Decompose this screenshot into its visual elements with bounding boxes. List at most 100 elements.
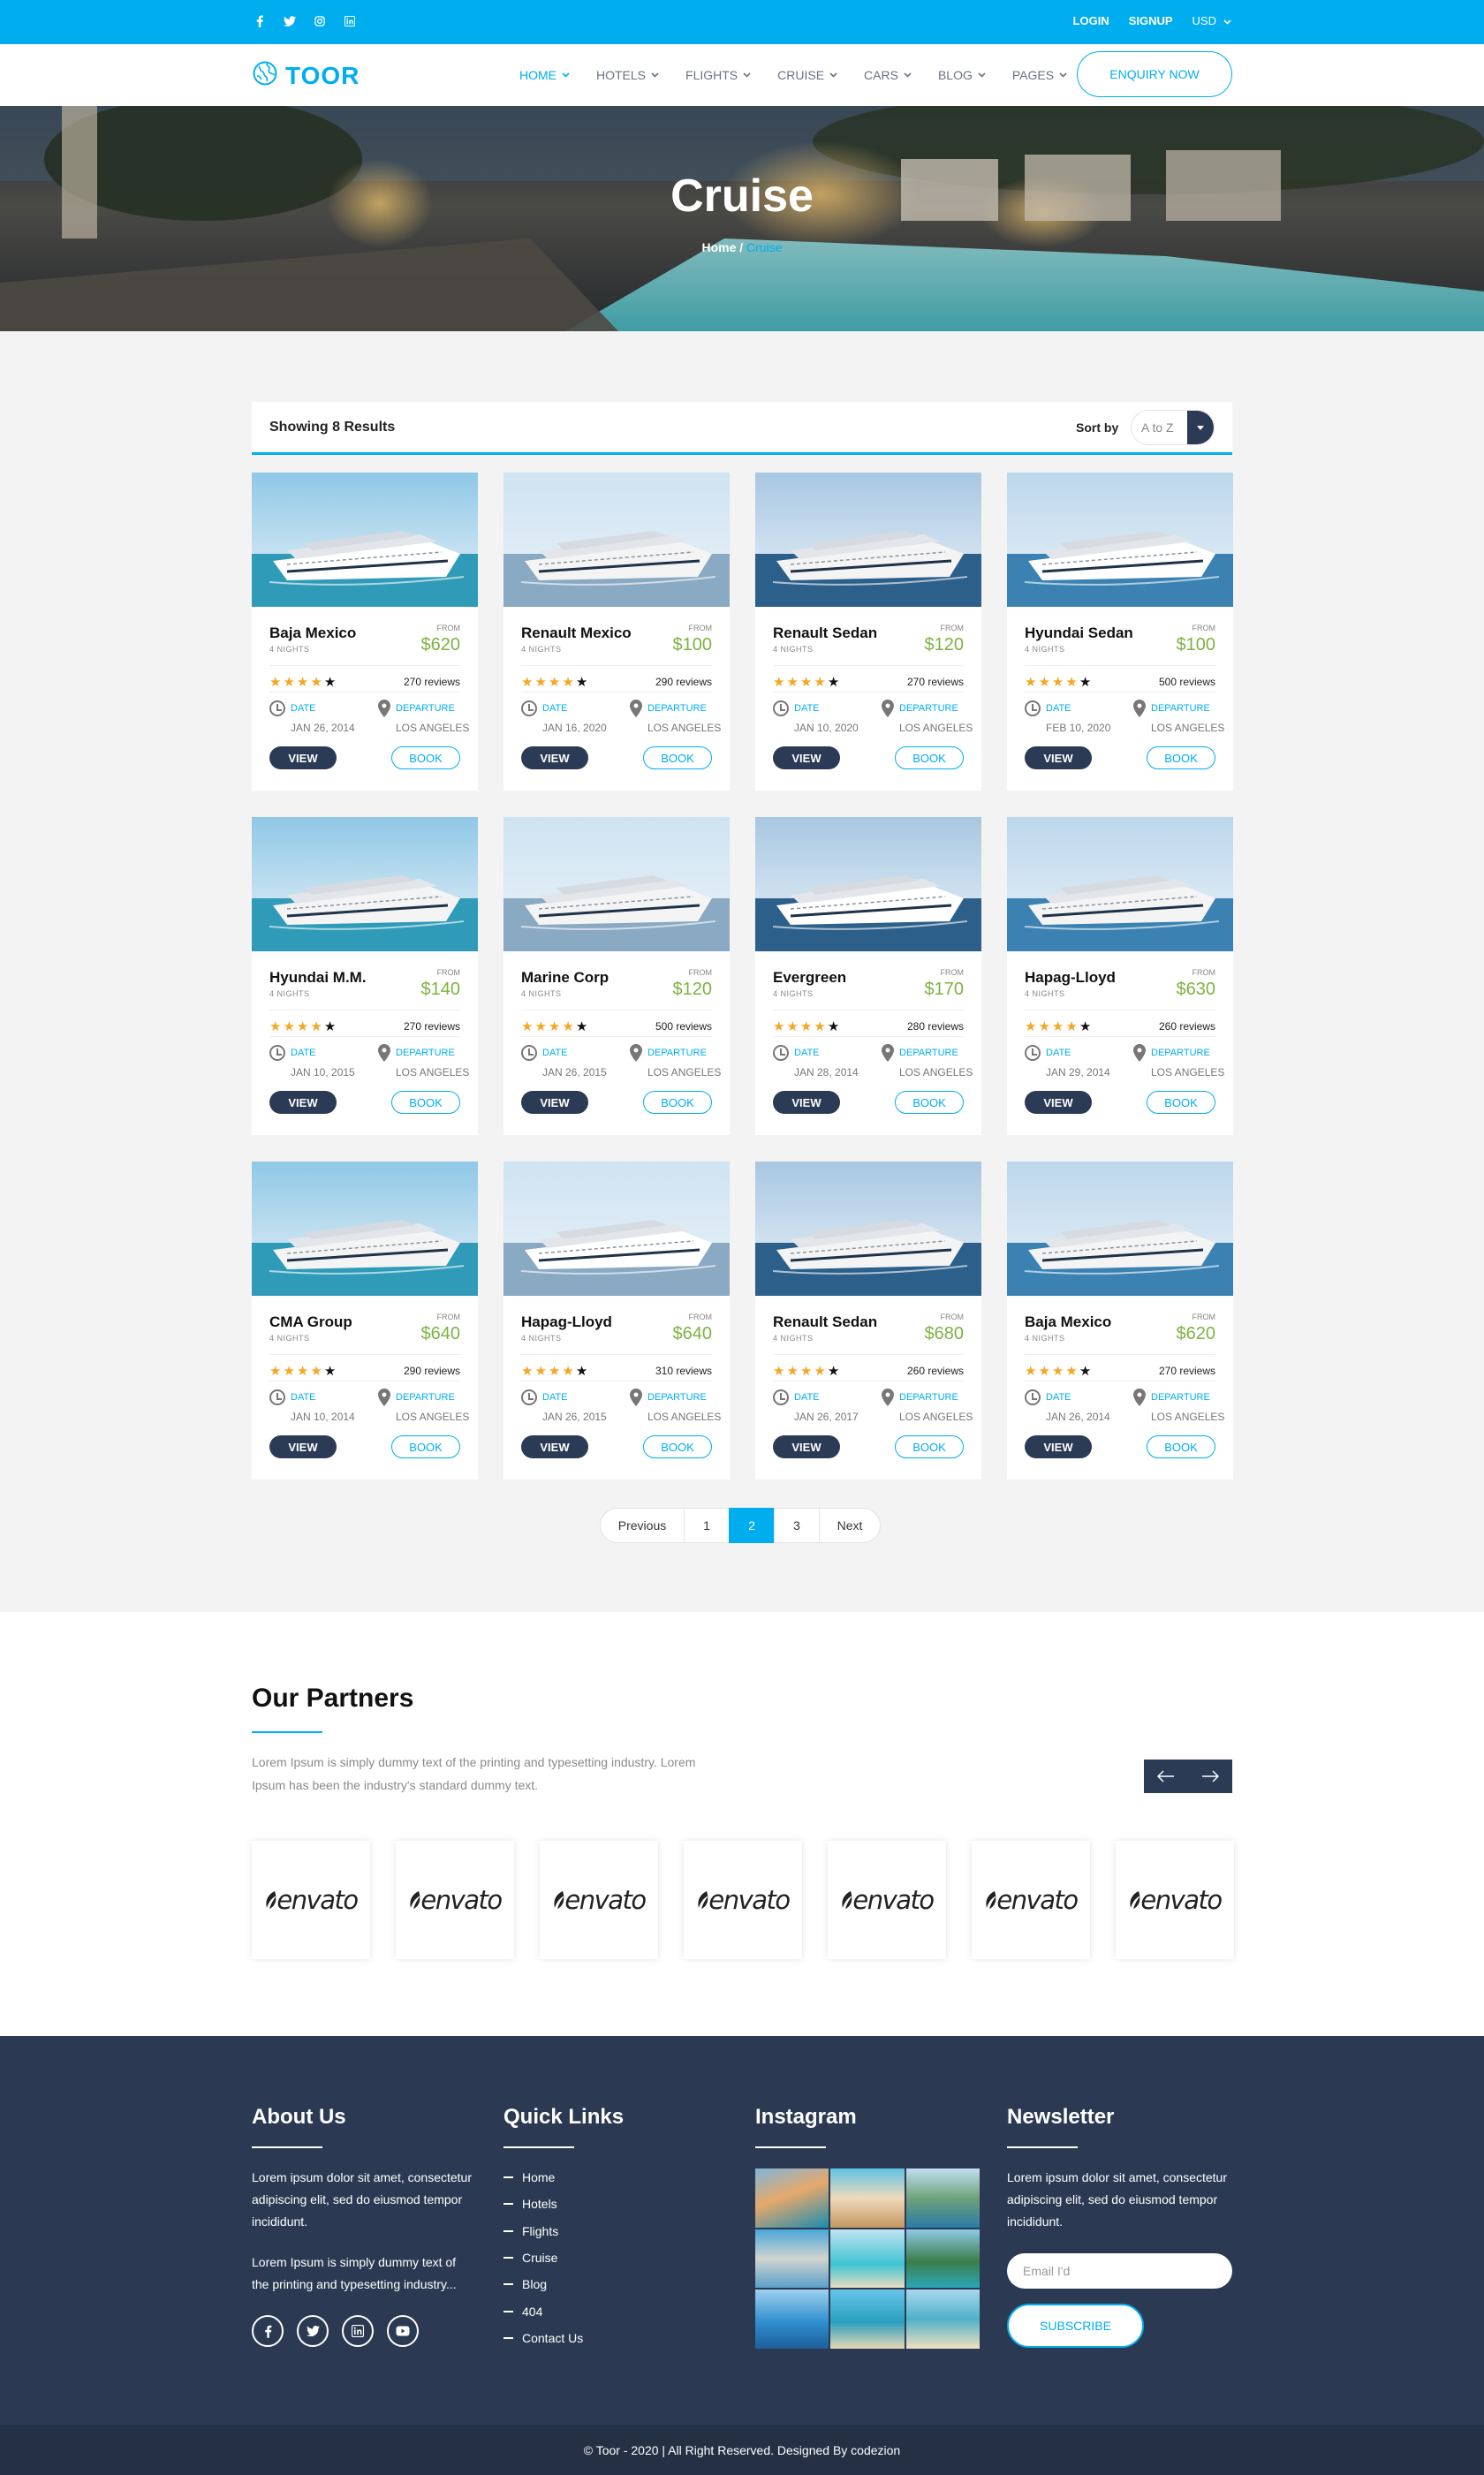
instagram-icon[interactable] xyxy=(312,13,328,29)
view-button[interactable]: VIEW xyxy=(1025,1435,1092,1458)
instagram-photo[interactable] xyxy=(905,2229,980,2289)
cruise-price: $120 xyxy=(672,980,713,999)
login-link[interactable]: LOGIN xyxy=(1073,14,1109,27)
pagination-page-1[interactable]: 1 xyxy=(684,1508,730,1543)
pagination-page-3[interactable]: 3 xyxy=(774,1508,820,1543)
book-button[interactable]: BOOK xyxy=(643,1435,712,1458)
sort-select[interactable]: A to Z xyxy=(1131,410,1215,445)
footer-link-flights[interactable]: Flights xyxy=(504,2224,558,2238)
book-button[interactable]: BOOK xyxy=(643,746,712,769)
view-button[interactable]: VIEW xyxy=(773,1091,840,1114)
book-button[interactable]: BOOK xyxy=(391,1435,460,1458)
book-button[interactable]: BOOK xyxy=(895,1091,964,1114)
view-button[interactable]: VIEW xyxy=(269,1435,337,1458)
pagination-page-2[interactable]: 2 xyxy=(729,1508,775,1543)
cruise-image[interactable] xyxy=(755,817,981,951)
partner-logo[interactable]: envato xyxy=(1116,1841,1234,1959)
date-label: DATE xyxy=(542,1048,568,1058)
arrow-left-icon[interactable] xyxy=(1144,1760,1188,1793)
book-button[interactable]: BOOK xyxy=(1147,1435,1215,1458)
signup-link[interactable]: SIGNUP xyxy=(1129,14,1173,27)
instagram-photo[interactable] xyxy=(755,2168,829,2228)
view-button[interactable]: VIEW xyxy=(269,1091,337,1114)
footer-link-404[interactable]: 404 xyxy=(504,2305,542,2319)
cruise-image[interactable] xyxy=(755,1162,981,1296)
nav-item-hotels[interactable]: HOTELS xyxy=(596,66,659,84)
partner-logo[interactable]: envato xyxy=(828,1841,946,1959)
instagram-photo[interactable] xyxy=(830,2229,905,2289)
linkedin-icon[interactable] xyxy=(342,2315,374,2347)
view-button[interactable]: VIEW xyxy=(773,746,840,769)
book-button[interactable]: BOOK xyxy=(1147,1091,1215,1114)
cruise-image[interactable] xyxy=(252,473,478,607)
view-button[interactable]: VIEW xyxy=(1025,1091,1092,1114)
cruise-image[interactable] xyxy=(252,817,478,951)
view-button[interactable]: VIEW xyxy=(1025,746,1092,769)
instagram-photo[interactable] xyxy=(755,2229,829,2289)
cruise-image[interactable] xyxy=(504,473,730,607)
instagram-photo[interactable] xyxy=(830,2168,905,2228)
rating-stars: ★★★★★ xyxy=(1025,674,1093,690)
book-button[interactable]: BOOK xyxy=(1147,746,1215,769)
twitter-icon[interactable] xyxy=(282,13,298,29)
book-button[interactable]: BOOK xyxy=(391,746,460,769)
view-button[interactable]: VIEW xyxy=(521,1435,588,1458)
cruise-card: CMA Group 4 NIGHTS FROM $640 ★★★★★ 290 review… xyxy=(252,1162,478,1480)
partner-logo[interactable]: envato xyxy=(684,1841,802,1959)
footer-link-home[interactable]: Home xyxy=(504,2170,555,2184)
breadcrumb-home[interactable]: Home xyxy=(701,240,736,254)
arrow-right-icon[interactable] xyxy=(1188,1760,1232,1793)
cruise-image[interactable] xyxy=(504,817,730,951)
book-button[interactable]: BOOK xyxy=(895,1435,964,1458)
site-logo[interactable]: TOOR xyxy=(252,60,360,91)
cruise-image[interactable] xyxy=(1007,1162,1233,1296)
twitter-icon[interactable] xyxy=(297,2315,329,2347)
view-button[interactable]: VIEW xyxy=(269,746,337,769)
nav-item-home[interactable]: HOME xyxy=(519,66,570,84)
cruise-image[interactable] xyxy=(1007,817,1233,951)
instagram-photo[interactable] xyxy=(755,2290,829,2349)
nav-item-pages[interactable]: PAGES xyxy=(1012,66,1067,84)
cruise-image[interactable] xyxy=(1007,473,1233,607)
pagination-previous[interactable]: Previous xyxy=(600,1508,685,1543)
book-button[interactable]: BOOK xyxy=(391,1091,460,1114)
enquiry-now-button[interactable]: ENQUIRY NOW xyxy=(1077,51,1232,97)
linkedin-icon[interactable] xyxy=(342,13,358,29)
cruise-image[interactable] xyxy=(252,1162,478,1296)
pagination-next[interactable]: Next xyxy=(819,1508,881,1543)
cruise-image[interactable] xyxy=(504,1162,730,1296)
footer-link-hotels[interactable]: Hotels xyxy=(504,2197,557,2211)
partner-logo[interactable]: envato xyxy=(396,1841,514,1959)
facebook-icon[interactable] xyxy=(252,13,268,29)
nav-item-cars[interactable]: CARS xyxy=(864,66,912,84)
clock-icon xyxy=(1025,1045,1041,1061)
results-bar: Showing 8 Results Sort by A to Z xyxy=(252,402,1232,455)
instagram-photo[interactable] xyxy=(830,2290,905,2349)
footer-link-contact-us[interactable]: Contact Us xyxy=(504,2331,583,2345)
view-button[interactable]: VIEW xyxy=(773,1435,840,1458)
instagram-photo[interactable] xyxy=(905,2290,980,2349)
cruise-image[interactable] xyxy=(755,473,981,607)
nav-item-blog[interactable]: BLOG xyxy=(938,66,986,84)
facebook-icon[interactable] xyxy=(252,2315,284,2347)
departure-label: DEPARTURE xyxy=(396,1048,455,1058)
nav-item-cruise[interactable]: CRUISE xyxy=(777,66,837,84)
instagram-photo[interactable] xyxy=(905,2168,980,2228)
footer-link-cruise[interactable]: Cruise xyxy=(504,2251,557,2265)
partner-logo-text: envato xyxy=(852,1885,935,1915)
book-button[interactable]: BOOK xyxy=(895,746,964,769)
footer-link-blog[interactable]: Blog xyxy=(504,2277,547,2291)
partner-logo[interactable]: envato xyxy=(540,1841,658,1959)
star-icon: ★ xyxy=(296,675,311,690)
nav-item-flights[interactable]: FLIGHTS xyxy=(685,66,751,84)
view-button[interactable]: VIEW xyxy=(521,746,588,769)
view-button[interactable]: VIEW xyxy=(521,1091,588,1114)
currency-select[interactable]: USD xyxy=(1192,14,1231,27)
newsletter-email-input[interactable]: Email I'd xyxy=(1007,2253,1232,2289)
youtube-icon[interactable] xyxy=(387,2315,419,2347)
partner-logo[interactable]: envato xyxy=(972,1841,1090,1959)
book-button[interactable]: BOOK xyxy=(643,1091,712,1114)
cruise-card: Baja Mexico 4 NIGHTS FROM $620 ★★★★★ 270 revi… xyxy=(1007,1162,1233,1480)
partner-logo[interactable]: envato xyxy=(252,1841,370,1959)
subscribe-button[interactable]: SUBSCRIBE xyxy=(1007,2304,1144,2348)
